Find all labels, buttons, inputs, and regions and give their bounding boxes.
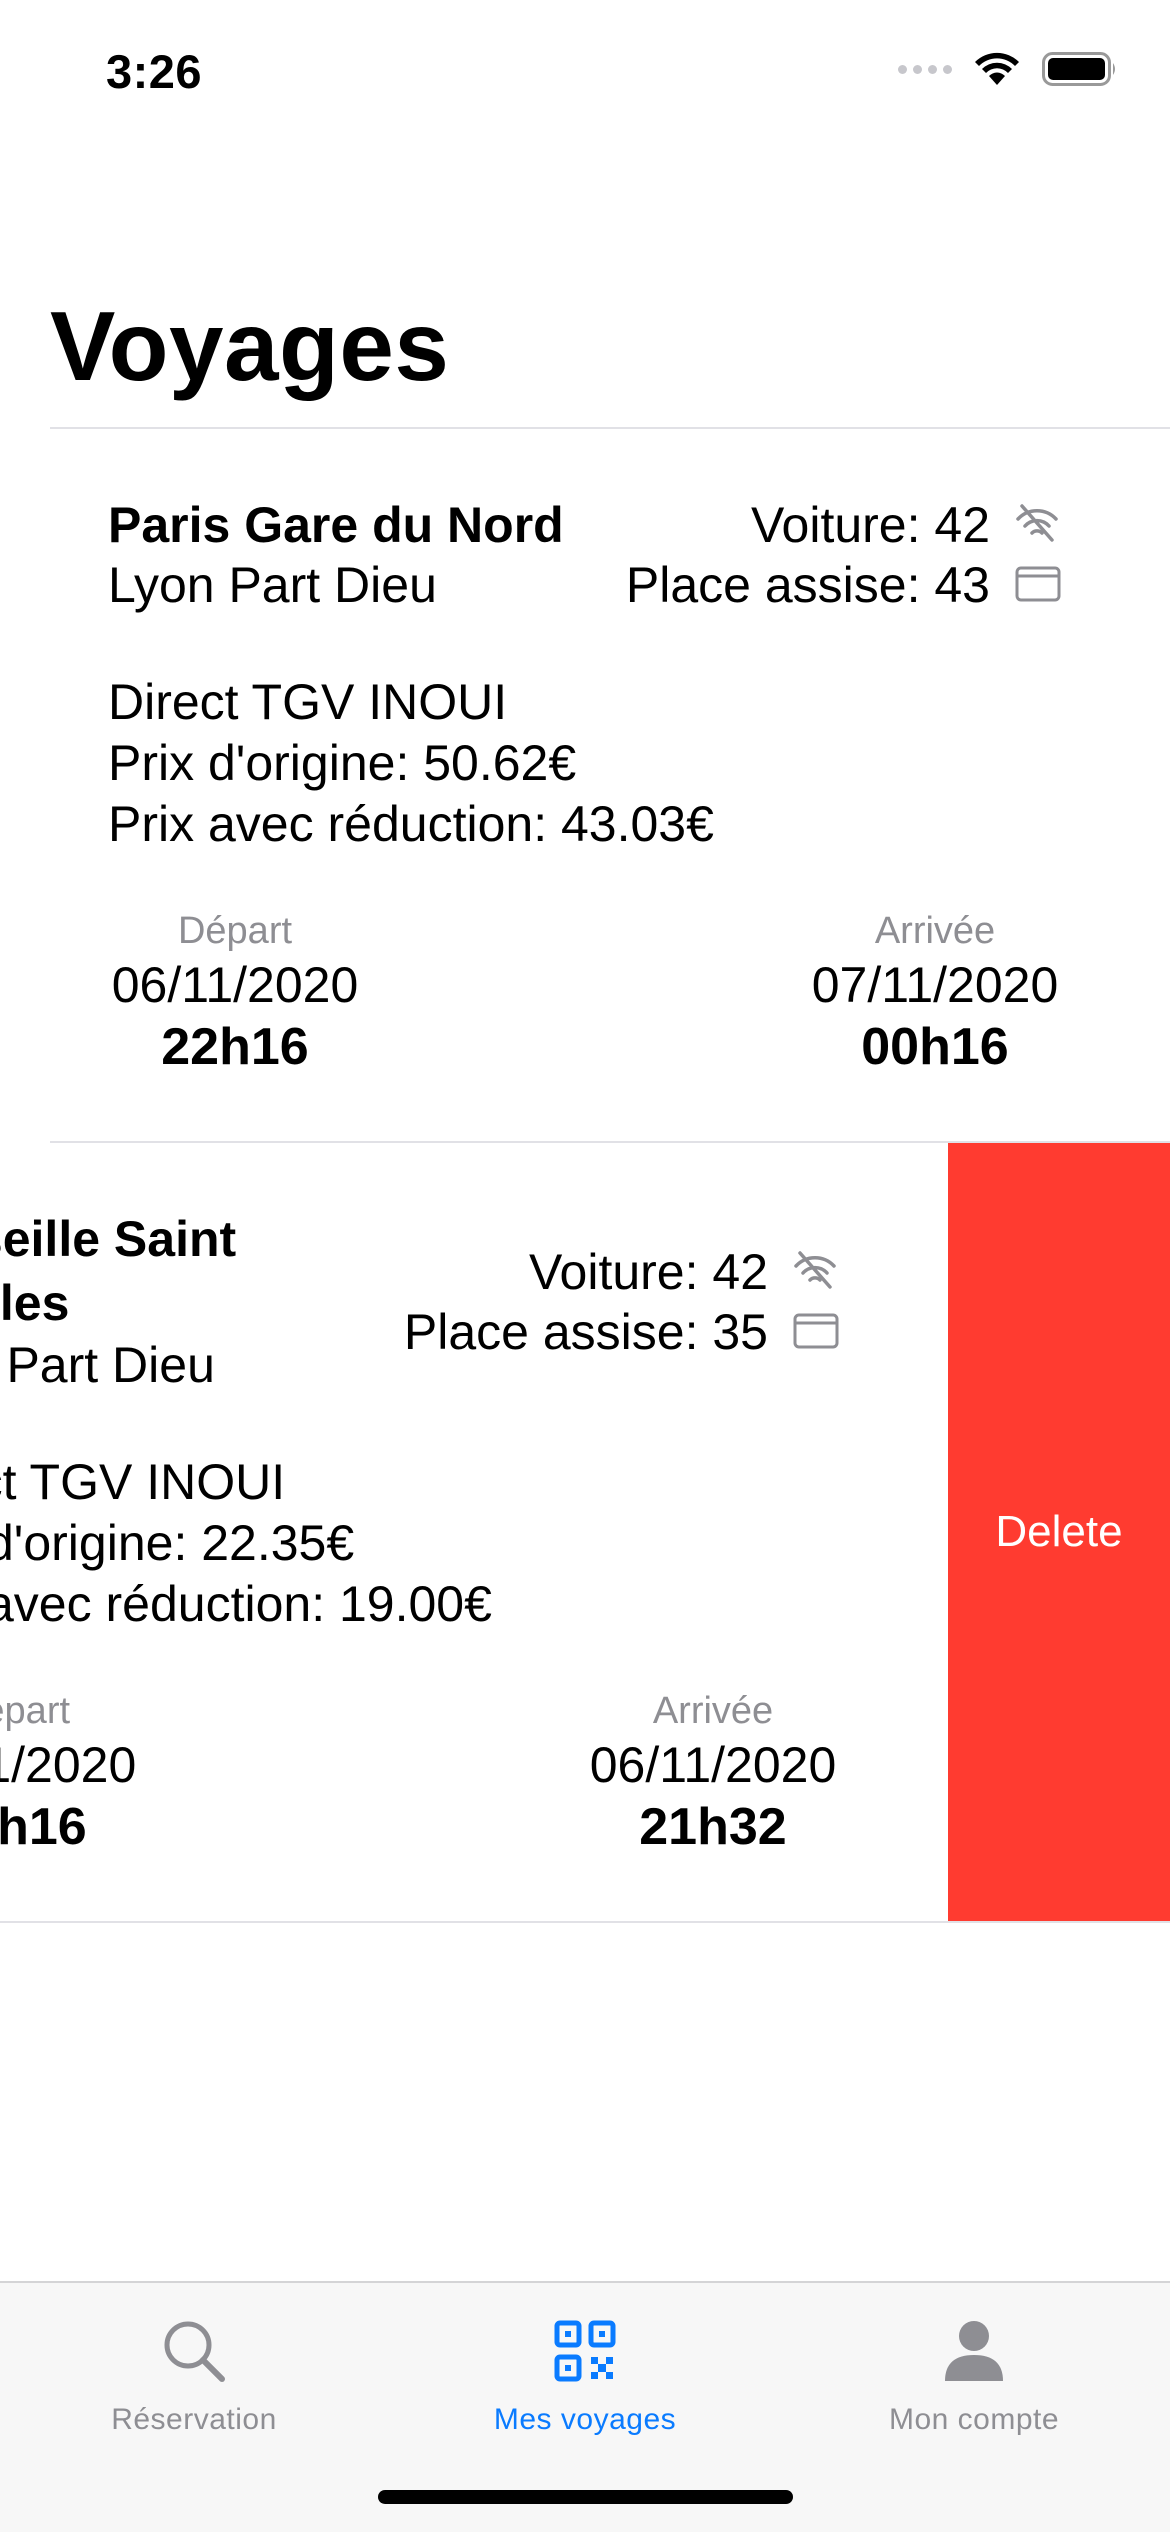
wifi-icon xyxy=(975,52,1019,85)
status-time: 3:26 xyxy=(106,45,203,98)
arrival-date: 06/11/2020 xyxy=(589,1737,837,1793)
departure-time: 22h16 xyxy=(161,1018,309,1076)
app-screen: 3:26 Voyages Paris Gare du Nord Lyon Par… xyxy=(0,0,1170,2532)
arrival-label: Arrivée xyxy=(874,910,996,952)
tab-label: Mes voyages xyxy=(493,2403,677,2436)
row-divider xyxy=(0,1921,1170,1923)
departure-station-line1: Marseille Saint xyxy=(0,1211,237,1267)
departure-label: Départ xyxy=(0,1690,71,1732)
wifi-off-icon xyxy=(794,1251,836,1289)
arrival-time: 00h16 xyxy=(861,1018,1009,1076)
departure-station: Paris Gare du Nord xyxy=(108,497,564,553)
cellular-signal-icon xyxy=(898,64,952,74)
train-type: Direct TGV INOUI xyxy=(108,674,508,730)
tab-label: Réservation xyxy=(111,2403,277,2436)
window-seat-icon xyxy=(1015,566,1061,602)
tab-mes-voyages[interactable]: Mes voyages xyxy=(435,2303,735,2443)
train-type: Direct TGV INOUI xyxy=(0,1454,286,1510)
page-title: Voyages xyxy=(50,291,450,401)
original-price: Prix d'origine: 50.62€ xyxy=(108,735,577,791)
trip-card[interactable]: Paris Gare du Nord Lyon Part Dieu Voitur… xyxy=(0,429,1170,1141)
person-icon xyxy=(943,2311,1005,2391)
qr-code-icon xyxy=(554,2311,616,2391)
original-price: Prix d'origine: 22.35€ xyxy=(0,1515,355,1571)
search-icon xyxy=(161,2311,227,2391)
discount-price: Prix avec réduction: 43.03€ xyxy=(108,796,714,852)
window-seat-icon xyxy=(793,1313,839,1349)
tab-label: Mon compte xyxy=(888,2403,1060,2436)
trip-card-content: Marseille Saint Charles Lyon Part Dieu V… xyxy=(0,1143,839,1921)
delete-button[interactable]: Delete xyxy=(948,1143,1170,1921)
car-number: Voiture: 42 xyxy=(750,497,990,553)
battery-icon xyxy=(1042,52,1115,86)
departure-station-line2: Charles xyxy=(0,1275,70,1331)
arrival-station: Lyon Part Dieu xyxy=(108,557,437,613)
home-indicator[interactable] xyxy=(378,2490,793,2504)
departure-time: 19h16 xyxy=(0,1798,87,1856)
arrival-station: Lyon Part Dieu xyxy=(0,1337,215,1393)
status-icons xyxy=(898,52,1118,86)
seat-number: Place assise: 43 xyxy=(625,557,990,613)
trip-card-content: Paris Gare du Nord Lyon Part Dieu Voitur… xyxy=(0,429,1061,1141)
trip-card-swiped[interactable]: Marseille Saint Charles Lyon Part Dieu V… xyxy=(0,1143,1170,1921)
wifi-off-icon xyxy=(1016,504,1058,542)
departure-date: 06/11/2020 xyxy=(0,1737,137,1793)
tab-mon-compte[interactable]: Mon compte xyxy=(824,2303,1124,2443)
arrival-label: Arrivée xyxy=(652,1690,774,1732)
seat-number: Place assise: 35 xyxy=(403,1304,768,1360)
departure-label: Départ xyxy=(177,910,293,952)
arrival-time: 21h32 xyxy=(639,1798,787,1856)
tab-reservation[interactable]: Réservation xyxy=(44,2303,344,2443)
car-number: Voiture: 42 xyxy=(528,1244,768,1300)
departure-date: 06/11/2020 xyxy=(111,957,359,1013)
arrival-date: 07/11/2020 xyxy=(811,957,1059,1013)
discount-price: Prix avec réduction: 19.00€ xyxy=(0,1576,492,1632)
